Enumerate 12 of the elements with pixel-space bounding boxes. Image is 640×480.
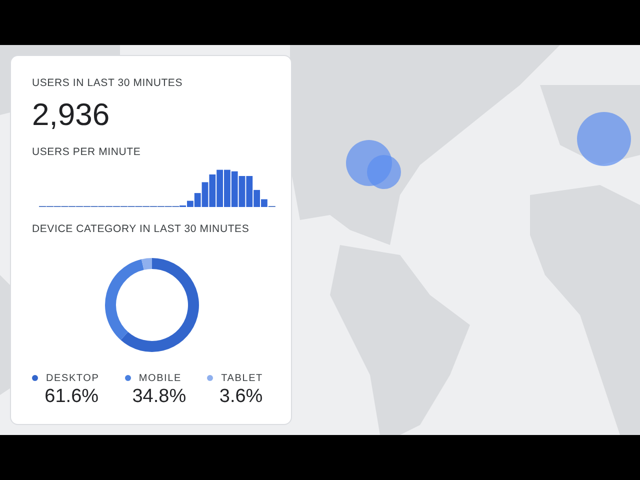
legend-label: TABLET <box>221 372 263 386</box>
legend-value: 34.8% <box>132 386 186 408</box>
legend-label: DESKTOP <box>46 372 100 386</box>
legend-label: MOBILE <box>138 372 182 386</box>
section-title: DEVICE CATEGORY IN LAST 30 MINUTES <box>32 224 250 234</box>
user-count: 2,936 <box>32 98 111 130</box>
legend-value: 61.6% <box>44 386 99 408</box>
card-title: USERS IN LAST 30 MINUTES <box>32 78 184 88</box>
legend-value: 3.6% <box>219 386 263 408</box>
section-title: USERS PER MINUTE <box>32 146 142 157</box>
bubble-marker <box>346 140 402 190</box>
bubble-marker <box>576 111 632 167</box>
